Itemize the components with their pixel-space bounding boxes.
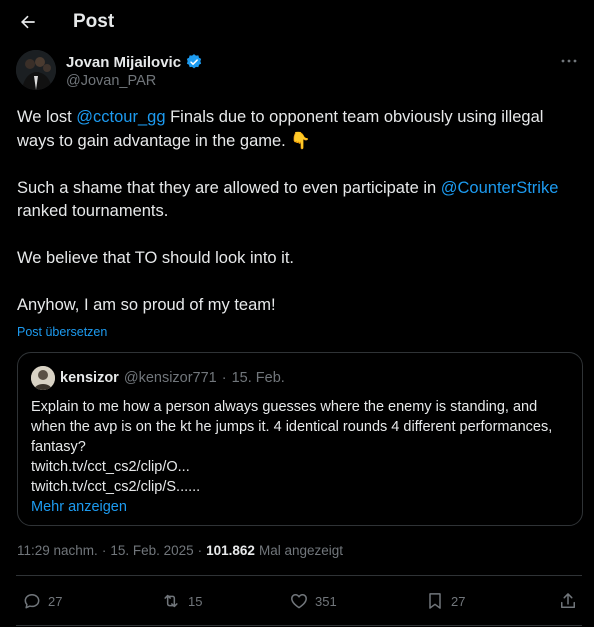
mention-link[interactable]: @cctour_gg [76,108,165,126]
divider [16,575,582,576]
clip-link-2[interactable]: twitch.tv/cct_cs2/clip/S...... [31,477,571,497]
repost-icon [164,594,178,608]
repost-count: 15 [188,593,203,609]
more-options-button[interactable] [558,52,580,70]
divider [16,625,582,626]
quote-date[interactable]: 15. Feb. [232,370,285,386]
back-button[interactable] [14,8,42,36]
quoted-post[interactable]: kensizor @kensizor771 · 15. Feb. Explain… [17,352,583,526]
quote-header: kensizor @kensizor771 · 15. Feb. [60,370,285,386]
separator-dot: · [221,370,227,386]
quote-author-handle[interactable]: @kensizor771 [124,370,217,386]
author-handle[interactable]: @Jovan_PAR [66,73,156,89]
more-options-icon [561,59,577,63]
author-name-row: Jovan Mijailovic [66,53,203,71]
action-bar: 27 15 351 27 [0,586,594,622]
repost-button[interactable]: 15 [160,591,202,611]
post-paragraph-1: We lost @cctour_gg Finals due to opponen… [17,106,577,153]
post-text: We lost @cctour_gg Finals due to opponen… [17,106,577,318]
arrow-left-icon [21,15,35,29]
post-meta: 11:29 nachm. · 15. Feb. 2025 · 101.862 M… [17,543,343,558]
share-button[interactable] [558,591,578,611]
reply-count: 27 [48,593,63,609]
like-button[interactable]: 351 [289,591,337,611]
author-name[interactable]: Jovan Mijailovic [66,54,181,71]
like-count: 351 [315,593,337,609]
bookmark-button[interactable]: 27 [425,591,465,611]
post-date[interactable]: 15. Feb. 2025 [110,543,193,558]
post-paragraph-4: Anyhow, I am so proud of my team! [17,296,276,314]
author-avatar[interactable] [16,50,56,90]
view-count: 101.862 [206,543,255,558]
mention-link[interactable]: @CounterStrike [441,179,559,197]
share-icon [561,593,575,608]
bookmark-count: 27 [451,593,466,609]
post-time[interactable]: 11:29 nachm. [17,543,98,558]
verified-badge-icon [186,54,202,69]
show-more-link[interactable]: Mehr anzeigen [31,497,571,517]
separator-dot: · [197,543,203,558]
reply-icon [24,594,40,609]
quote-text: Explain to me how a person always guesse… [31,397,571,517]
quote-author-avatar[interactable] [31,366,55,390]
bookmark-icon [429,593,441,609]
quote-author-name[interactable]: kensizor [60,370,119,386]
post-paragraph-3: We believe that TO should look into it. [17,249,294,267]
translate-post-link[interactable]: Post übersetzen [17,325,107,339]
post-paragraph-2: Such a shame that they are allowed to ev… [17,178,559,221]
heart-icon [291,594,307,609]
view-count-label: Mal angezeigt [258,543,344,558]
pointing-down-emoji: 👇 [290,131,311,150]
quote-body: Explain to me how a person always guesse… [31,399,553,455]
page-title: Post [73,11,115,32]
post-author: Jovan Mijailovic @Jovan_PAR [16,50,580,94]
clip-link-1[interactable]: twitch.tv/cct_cs2/clip/O... [31,457,571,477]
top-bar: Post [0,0,594,46]
separator-dot: · [101,543,107,558]
reply-button[interactable]: 27 [22,591,62,611]
